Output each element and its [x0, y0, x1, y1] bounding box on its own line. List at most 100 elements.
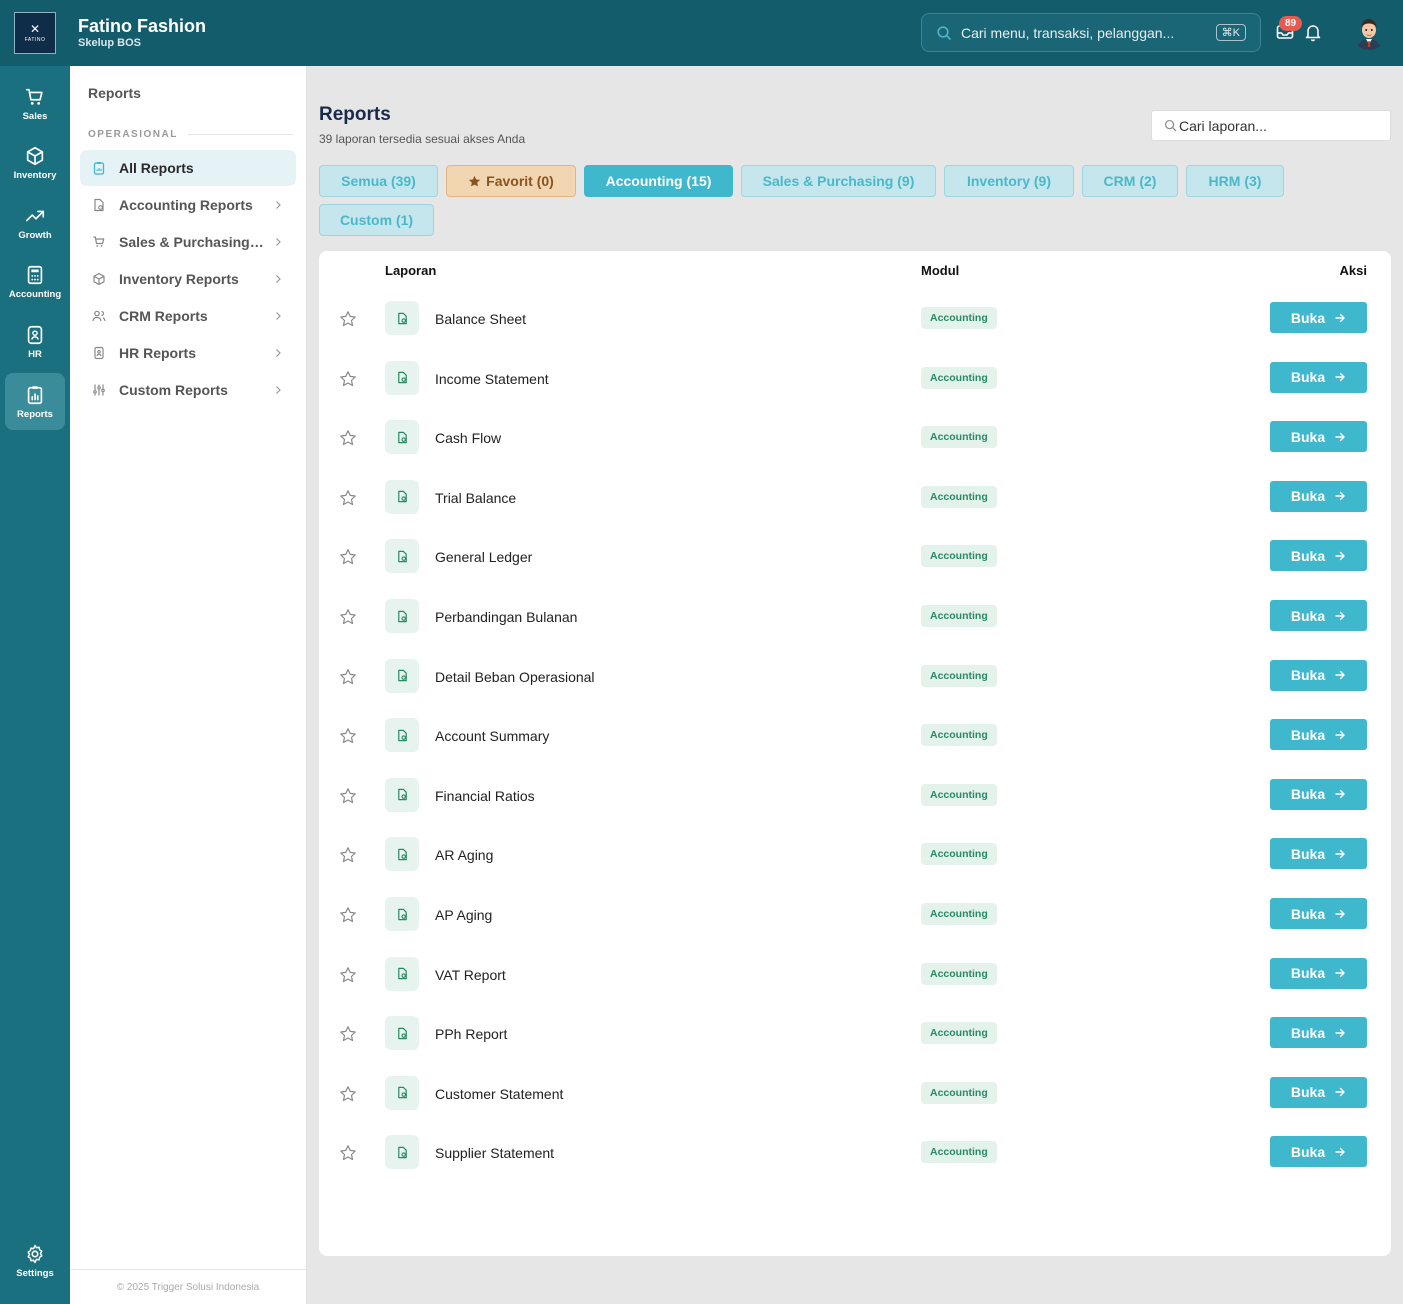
report-name: Customer Statement	[435, 1085, 564, 1102]
module-badge: Accounting	[921, 307, 997, 329]
column-header-action: Aksi	[1339, 263, 1367, 278]
table-row: Balance Sheet Accounting Buka	[319, 299, 1391, 339]
open-report-button[interactable]: Buka	[1270, 540, 1367, 572]
box-icon	[93, 272, 105, 286]
table-row: AR Aging Accounting Buka	[319, 835, 1391, 875]
sidebar-item-custom-reports[interactable]: Custom Reports	[80, 372, 296, 408]
rail-item-reports[interactable]: Reports	[5, 373, 65, 430]
sidebar-section-header: OPERASIONAL	[88, 129, 293, 140]
rail-item-inventory[interactable]: Inventory	[5, 134, 65, 191]
open-report-button[interactable]: Buka	[1270, 957, 1367, 989]
star-outline-icon[interactable]	[339, 668, 357, 686]
open-button-label: Buka	[1290, 309, 1326, 326]
star-outline-icon[interactable]	[339, 1025, 357, 1043]
star-outline-icon[interactable]	[339, 548, 357, 566]
star-outline-icon[interactable]	[339, 608, 357, 626]
star-outline-icon[interactable]	[339, 370, 357, 388]
star-outline-icon[interactable]	[339, 489, 357, 507]
open-report-button[interactable]: Buka	[1270, 302, 1367, 333]
open-report-button[interactable]: Buka	[1270, 778, 1367, 810]
sidebar-item-sales-purchasing-reports[interactable]: Sales & Purchasing Reports	[80, 224, 296, 260]
global-search[interactable]: ⌘K	[921, 13, 1261, 52]
sliders-icon	[93, 384, 105, 396]
report-name: PPh Report	[435, 1026, 508, 1043]
sidebar-item-accounting-reports[interactable]: Accounting Reports	[80, 187, 296, 223]
open-report-button[interactable]: Buka	[1270, 898, 1367, 929]
arrow-right-icon	[1335, 790, 1345, 799]
star-outline-icon[interactable]	[339, 787, 357, 805]
global-search-input[interactable]	[961, 24, 1216, 41]
report-name: AR Aging	[435, 847, 494, 864]
sidebar-item-label: Custom Reports	[119, 382, 228, 398]
chevron-right-icon	[276, 349, 281, 357]
column-header-report: Laporan	[385, 263, 437, 278]
arrow-right-icon	[1335, 432, 1345, 441]
star-outline-icon[interactable]	[339, 1144, 357, 1162]
rail-item-growth[interactable]: Growth	[5, 194, 65, 251]
table-row: Financial Ratios Accounting Buka	[319, 776, 1391, 816]
shortcut-hint: ⌘K	[1215, 24, 1246, 41]
star-outline-icon[interactable]	[339, 727, 357, 745]
rail-item-settings[interactable]: Settings	[5, 1232, 65, 1289]
report-search-input[interactable]	[1179, 117, 1378, 134]
filter-chip-crm[interactable]: CRM (2)	[1082, 165, 1178, 197]
company-logo[interactable]: ✕ FATINO	[14, 12, 56, 54]
filter-chip-semua[interactable]: Semua (39)	[319, 165, 438, 197]
module-badge: Accounting	[921, 1081, 997, 1104]
filter-chip-favorit[interactable]: Favorit (0)	[446, 165, 576, 197]
module-rail: Sales Inventory Growth Accounting HR Rep…	[0, 66, 70, 1304]
filter-chip-label: Semua (39)	[341, 173, 416, 189]
module-badge: Accounting	[921, 664, 997, 687]
cart-icon	[25, 88, 43, 105]
sidebar-item-all-reports[interactable]: All Reports	[80, 150, 296, 186]
open-report-button[interactable]: Buka	[1270, 659, 1367, 691]
open-report-button[interactable]: Buka	[1270, 361, 1367, 393]
open-report-button[interactable]: Buka	[1270, 1076, 1367, 1108]
filter-chip-inventory[interactable]: Inventory (9)	[944, 165, 1074, 197]
arrow-right-icon	[1335, 551, 1345, 561]
report-file-icon	[385, 777, 419, 812]
users-icon	[92, 310, 106, 322]
rail-item-sales[interactable]: Sales	[5, 75, 65, 132]
open-report-button[interactable]: Buka	[1270, 480, 1367, 512]
box-icon	[26, 146, 44, 165]
open-button-label: Buka	[1290, 965, 1326, 982]
star-outline-icon[interactable]	[339, 310, 357, 328]
star-outline-icon[interactable]	[339, 429, 357, 447]
open-report-button[interactable]: Buka	[1270, 719, 1367, 751]
report-search[interactable]	[1151, 110, 1391, 141]
open-report-button[interactable]: Buka	[1270, 1136, 1367, 1168]
sidebar-item-hr-reports[interactable]: HR Reports	[80, 335, 296, 371]
filter-chip-hrm[interactable]: HRM (3)	[1186, 165, 1284, 197]
star-outline-icon[interactable]	[339, 966, 357, 984]
rail-label: Reports	[17, 408, 53, 420]
rail-item-hr[interactable]: HR	[5, 313, 65, 370]
rail-item-accounting[interactable]: Accounting	[5, 253, 65, 310]
report-file-icon	[385, 420, 419, 455]
table-row: Cash Flow Accounting Buka	[319, 418, 1391, 458]
open-button-label: Buka	[1290, 488, 1326, 505]
star-outline-icon[interactable]	[339, 846, 357, 864]
page-title: Reports	[319, 104, 391, 125]
sidebar-item-inventory-reports[interactable]: Inventory Reports	[80, 261, 296, 297]
filter-chip-sales-purchasing[interactable]: Sales & Purchasing (9)	[741, 165, 936, 197]
rail-label: Accounting	[8, 288, 62, 300]
open-report-button[interactable]: Buka	[1270, 838, 1367, 870]
star-outline-icon[interactable]	[339, 906, 357, 924]
filter-chip-label: HRM (3)	[1208, 173, 1262, 189]
open-report-button[interactable]: Buka	[1270, 600, 1367, 631]
arrow-right-icon	[1335, 670, 1345, 680]
table-row: Supplier Statement Accounting Buka	[319, 1133, 1391, 1173]
sidebar-item-crm-reports[interactable]: CRM Reports	[80, 298, 296, 334]
open-report-button[interactable]: Buka	[1270, 1017, 1367, 1049]
open-report-button[interactable]: Buka	[1270, 421, 1367, 453]
file-chart-icon	[397, 431, 407, 443]
star-outline-icon[interactable]	[339, 1085, 357, 1103]
bell-icon[interactable]	[1303, 22, 1323, 42]
filter-chip-custom[interactable]: Custom (1)	[319, 204, 434, 236]
file-chart-icon	[397, 908, 407, 920]
report-file-icon	[385, 1075, 419, 1110]
filter-chip-accounting[interactable]: Accounting (15)	[584, 165, 733, 197]
user-avatar[interactable]	[1351, 14, 1387, 50]
module-badge: Accounting	[921, 605, 997, 627]
